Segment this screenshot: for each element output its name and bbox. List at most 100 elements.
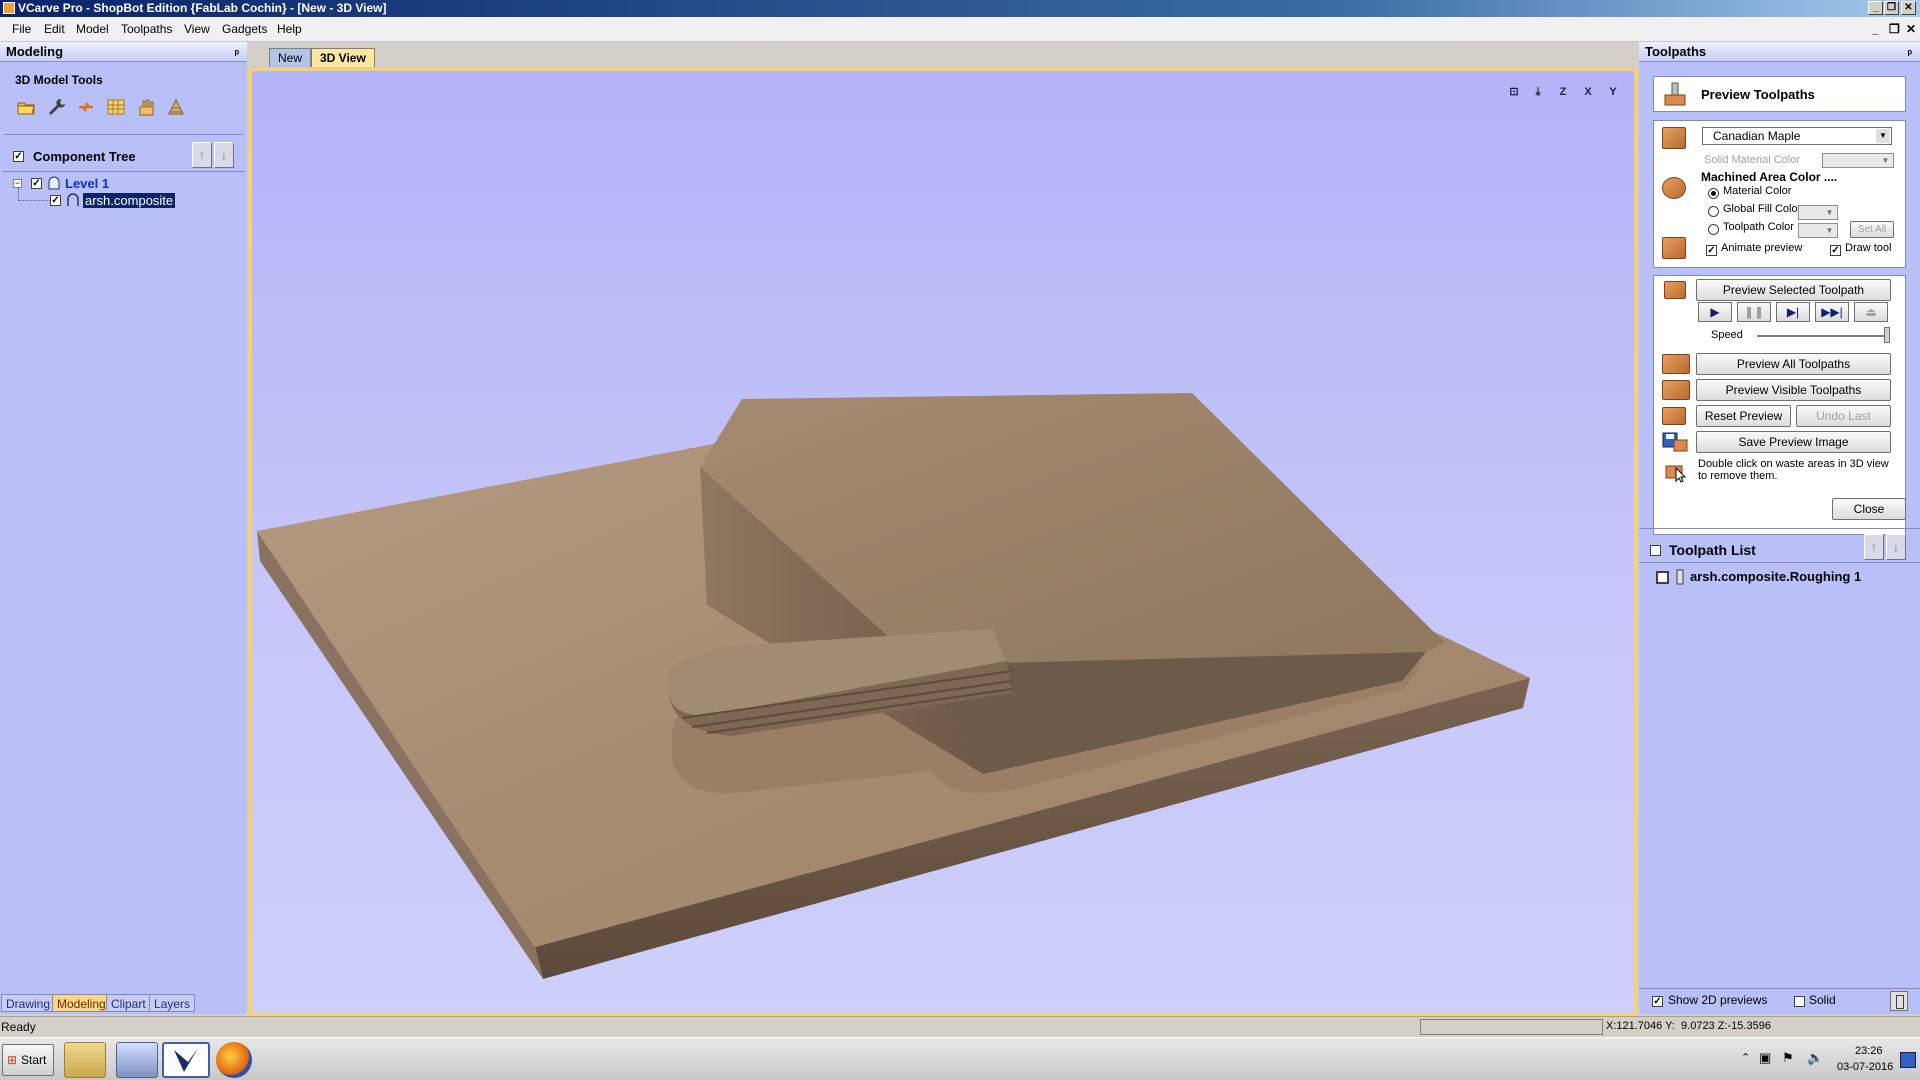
- speed-label: Speed: [1711, 329, 1743, 341]
- toolpath-move-up-button[interactable]: ↑: [1864, 534, 1884, 560]
- menu-file[interactable]: File: [12, 22, 31, 36]
- material-icon: [1662, 127, 1686, 149]
- component-tree-checkbox[interactable]: [13, 151, 24, 162]
- modeling-panel-title: Modeling: [6, 44, 64, 59]
- draw-tool-checkbox[interactable]: [1830, 245, 1841, 256]
- menu-gadgets[interactable]: Gadgets: [222, 22, 267, 36]
- composite-checkbox[interactable]: [50, 195, 61, 206]
- tab-3d-view[interactable]: 3D View: [311, 48, 375, 67]
- animate-preview-checkbox[interactable]: [1706, 245, 1717, 256]
- radio-global-fill-color[interactable]: [1708, 206, 1719, 217]
- show-desktop-icon[interactable]: [1900, 1052, 1916, 1068]
- tree-item-composite[interactable]: arsh.composite: [83, 193, 176, 208]
- reset-preview-button[interactable]: Reset Preview: [1696, 405, 1791, 427]
- mdi-minimize-button[interactable]: _: [1872, 22, 1879, 36]
- tab-modeling[interactable]: Modeling: [52, 994, 111, 1012]
- save-preview-image-button[interactable]: Save Preview Image: [1696, 431, 1891, 453]
- play-button[interactable]: ▶: [1698, 302, 1732, 322]
- divider: [1639, 528, 1920, 529]
- menu-edit[interactable]: Edit: [44, 22, 65, 36]
- start-button[interactable]: ⊞ Start: [2, 1044, 54, 1076]
- restore-button[interactable]: ❐: [1884, 1, 1899, 15]
- move-up-button[interactable]: ↑: [192, 142, 212, 168]
- tree-level-label[interactable]: Level 1: [65, 176, 109, 191]
- speed-slider-track[interactable]: [1757, 335, 1885, 337]
- 3d-viewport[interactable]: ⊡ ⤓ Z X Y: [249, 68, 1637, 1016]
- mdi-close-button[interactable]: ✕: [1906, 22, 1916, 36]
- chevron-down-icon: ▼: [1881, 156, 1890, 165]
- cone-icon[interactable]: [166, 97, 186, 117]
- menu-help[interactable]: Help: [277, 22, 302, 36]
- close-button[interactable]: ✕: [1901, 1, 1916, 15]
- toolpath-item-label[interactable]: arsh.composite.Roughing 1: [1690, 569, 1861, 584]
- solid-color-combo[interactable]: ▼: [1822, 153, 1894, 168]
- vcarve-taskbar-icon[interactable]: [162, 1042, 210, 1078]
- level-checkbox[interactable]: [31, 178, 42, 189]
- menu-view[interactable]: View: [184, 22, 210, 36]
- toolpath-item-checkbox[interactable]: [1656, 571, 1669, 584]
- pin-icon[interactable]: ᵖ: [1908, 44, 1912, 64]
- toolpath-move-down-button[interactable]: ↓: [1886, 534, 1906, 560]
- step-button[interactable]: ▶|: [1776, 302, 1810, 322]
- eject-button[interactable]: ⏏: [1854, 302, 1888, 322]
- toolpath-summary-icon[interactable]: [1890, 991, 1908, 1011]
- global-fill-combo[interactable]: ▼: [1798, 205, 1838, 220]
- minimize-button[interactable]: _: [1868, 1, 1883, 15]
- draw-tool-label: Draw tool: [1845, 242, 1892, 254]
- clock-time[interactable]: 23:26: [1855, 1045, 1883, 1057]
- pause-button[interactable]: ❚❚: [1737, 302, 1771, 322]
- undo-last-button[interactable]: Undo Last: [1796, 405, 1891, 427]
- volume-icon[interactable]: 🔈: [1807, 1050, 1823, 1066]
- file-explorer-icon[interactable]: [64, 1042, 106, 1078]
- preview-toolpaths-icon: [1664, 82, 1686, 106]
- divider: [2, 171, 245, 172]
- menu-bar: File Edit Model Toolpaths View Gadgets H…: [0, 17, 1920, 42]
- radio-toolpath-color[interactable]: [1708, 224, 1719, 235]
- close-panel-button[interactable]: Close: [1832, 498, 1906, 520]
- show-hidden-icons[interactable]: ⌃: [1741, 1051, 1750, 1064]
- menu-toolpaths[interactable]: Toolpaths: [121, 22, 172, 36]
- skip-to-end-button[interactable]: ▶▶|: [1815, 302, 1849, 322]
- pin-icon[interactable]: ᵖ: [235, 44, 239, 64]
- radio-toolpath-color-label: Toolpath Color: [1723, 221, 1794, 233]
- preview-selected-toolpath-button[interactable]: Preview Selected Toolpath: [1696, 279, 1891, 301]
- tab-layers[interactable]: Layers: [149, 994, 196, 1012]
- waste-area-hint: Double click on waste areas in 3D view t…: [1698, 458, 1889, 482]
- component-tree-label: Component Tree: [33, 149, 136, 164]
- view-tab-strip: New 3D View: [249, 42, 1637, 68]
- grid-icon[interactable]: [106, 97, 126, 117]
- tab-new[interactable]: New: [269, 48, 312, 67]
- wrench-icon[interactable]: [46, 97, 66, 117]
- material-select[interactable]: Canadian Maple ▼: [1702, 127, 1892, 145]
- tab-drawing[interactable]: Drawing: [1, 994, 56, 1012]
- mdi-restore-button[interactable]: ❐: [1889, 22, 1900, 36]
- tree-expander[interactable]: −: [13, 179, 22, 188]
- radio-material-color[interactable]: [1708, 188, 1719, 199]
- network-icon[interactable]: ▣: [1759, 1050, 1771, 1066]
- preview-selected-icon: [1664, 281, 1686, 299]
- toolpath-color-combo[interactable]: ▼: [1798, 223, 1838, 238]
- hand-sculpt-icon[interactable]: [136, 97, 156, 117]
- show-2d-previews-checkbox[interactable]: [1652, 996, 1663, 1007]
- status-progress-field: [1420, 1019, 1603, 1035]
- menu-model[interactable]: Model: [76, 22, 109, 36]
- toolpath-list-checkbox[interactable]: [1650, 545, 1661, 556]
- tree-line: [18, 188, 20, 200]
- preview-all-toolpaths-button[interactable]: Preview All Toolpaths: [1696, 353, 1891, 375]
- solid-checkbox[interactable]: [1794, 996, 1805, 1007]
- wood-model-render: [257, 393, 1530, 979]
- app-cube-icon[interactable]: [116, 1042, 158, 1078]
- preview-visible-toolpaths-button[interactable]: Preview Visible Toolpaths: [1696, 379, 1891, 401]
- open-folder-icon[interactable]: [16, 97, 36, 117]
- speed-slider-handle[interactable]: [1884, 327, 1890, 343]
- clock-date[interactable]: 03-07-2016: [1837, 1061, 1893, 1073]
- move-down-button[interactable]: ↓: [214, 142, 234, 168]
- action-center-icon[interactable]: ⚑: [1782, 1050, 1794, 1066]
- set-all-button[interactable]: Set All: [1850, 221, 1894, 238]
- app-icon[interactable]: [3, 2, 15, 14]
- chevron-down-icon[interactable]: ▼: [1876, 129, 1890, 143]
- firefox-icon[interactable]: [216, 1042, 252, 1078]
- tab-clipart[interactable]: Clipart: [106, 994, 151, 1012]
- tree-line: [18, 200, 50, 202]
- transform-arrows-icon[interactable]: [76, 97, 96, 117]
